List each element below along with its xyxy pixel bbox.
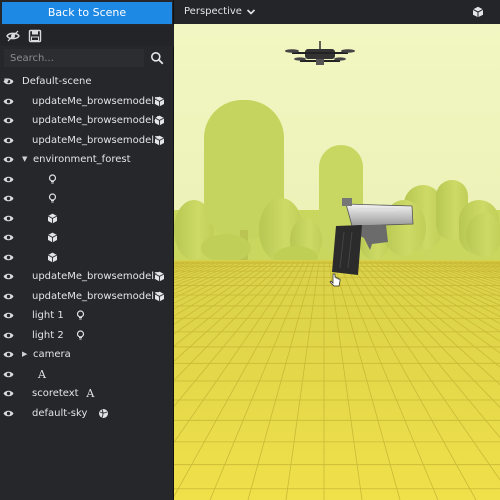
text-icon: A [38, 367, 46, 381]
eye-icon[interactable] [3, 194, 14, 203]
eye-icon[interactable] [3, 175, 14, 184]
eye-icon[interactable] [3, 311, 14, 320]
chevron-down-icon[interactable] [246, 7, 256, 17]
scene-tree-item[interactable]: A [0, 365, 174, 385]
scene-tree-item[interactable]: ▼ Default-scene [0, 72, 174, 92]
cube-icon [47, 252, 58, 262]
scene-tree-item[interactable]: updateMe_browsemodel5 [0, 92, 174, 112]
eye-icon[interactable] [3, 116, 14, 125]
back-to-scene-button[interactable]: Back to Scene [2, 2, 172, 24]
scene-tree-item[interactable]: light 1 [0, 306, 174, 326]
collapse-arrow-icon[interactable]: ▼ [4, 72, 9, 92]
cube-icon [154, 291, 164, 301]
scene-tree-item-label: camera [33, 349, 71, 360]
eye-icon[interactable] [3, 331, 14, 340]
eye-icon[interactable] [3, 97, 14, 106]
search-icon[interactable] [150, 51, 164, 65]
cube-icon [154, 96, 164, 106]
scene-tree-item-label: light 2 [32, 329, 64, 341]
scene-viewport[interactable]: Perspective [174, 0, 500, 500]
eye-icon[interactable] [3, 272, 14, 281]
toggle-visibility-icon[interactable] [6, 29, 20, 43]
eye-icon[interactable] [3, 253, 14, 262]
scene-tree-item-label: light 1 [32, 310, 64, 321]
eye-icon[interactable] [3, 233, 14, 242]
scene-tree-item-label: updateMe_browsemodel2 [32, 271, 161, 282]
scene-tree-item-label: updateMe_browsemodel4 [32, 115, 161, 126]
scene-tree-item[interactable] [0, 189, 174, 209]
sidebar-toolbar [0, 26, 174, 46]
cube-icon [154, 115, 164, 126]
scene-tree-item[interactable]: ▶ camera [0, 345, 174, 365]
scene-tree-item[interactable] [0, 248, 174, 268]
eye-icon[interactable] [3, 370, 14, 379]
eye-icon[interactable] [3, 350, 14, 359]
scene-graph-panel: Back to Scene ▼ Default-scene updateMe_bro… [0, 0, 174, 500]
cube-icon [47, 213, 58, 223]
save-icon[interactable] [28, 29, 42, 43]
scene-tree-item[interactable]: updateMe_browsemodel1 [0, 287, 174, 307]
scene-tree-item-label: Default-scene [22, 76, 92, 87]
collapse-arrow-icon[interactable]: ▼ [22, 150, 27, 170]
scene-tree-item-label: environment_forest [33, 154, 131, 165]
cube-icon [154, 135, 164, 145]
scene-tree-item-label: default-sky [32, 407, 88, 419]
light-icon [77, 329, 85, 339]
scene-tree-item[interactable]: updateMe_browsemodel2 [0, 267, 174, 287]
scene-tree-item[interactable] [0, 209, 174, 229]
scene-render[interactable] [174, 0, 500, 500]
eye-icon[interactable] [3, 409, 14, 418]
eye-icon[interactable] [3, 292, 14, 301]
sphere-icon [98, 408, 108, 418]
scene-tree-item[interactable]: updateMe_browsemodel4 [0, 111, 174, 131]
eye-icon[interactable] [3, 136, 14, 145]
text-icon: A [86, 387, 95, 400]
scene-tree-item[interactable]: default-sky [0, 404, 174, 424]
scene-tree-item-label: updateMe_browsemodel3 [32, 134, 161, 146]
cube-icon [47, 232, 58, 243]
expand-arrow-icon[interactable]: ▶ [22, 345, 27, 365]
viewport-toolbar: Perspective [174, 0, 500, 24]
cube-icon[interactable] [472, 6, 484, 18]
search-bar [0, 48, 174, 68]
scene-tree: ▼ Default-scene updateMe_browsemodel5updat… [0, 72, 174, 423]
eye-icon[interactable] [3, 214, 14, 223]
search-input[interactable] [4, 49, 144, 67]
scene-tree-item[interactable] [0, 170, 174, 190]
light-icon [48, 173, 57, 183]
camera-view-dropdown[interactable]: Perspective [184, 0, 242, 24]
scene-tree-item[interactable]: scoretext A [0, 384, 174, 404]
scene-tree-item[interactable]: updateMe_browsemodel3 [0, 131, 174, 151]
scene-tree-item-label: scoretext [32, 388, 79, 399]
scene-tree-item[interactable]: light 2 [0, 326, 174, 346]
scene-tree-item-label: updateMe_browsemodel5 [32, 95, 161, 107]
light-icon [48, 193, 57, 203]
scene-tree-item[interactable]: ▼ environment_forest [0, 150, 174, 170]
eye-icon[interactable] [3, 155, 14, 164]
scene-tree-item[interactable] [0, 228, 174, 248]
eye-icon[interactable] [3, 389, 14, 398]
light-icon [77, 310, 85, 320]
cube-icon [154, 271, 164, 282]
scene-tree-item-label: updateMe_browsemodel1 [32, 290, 161, 302]
